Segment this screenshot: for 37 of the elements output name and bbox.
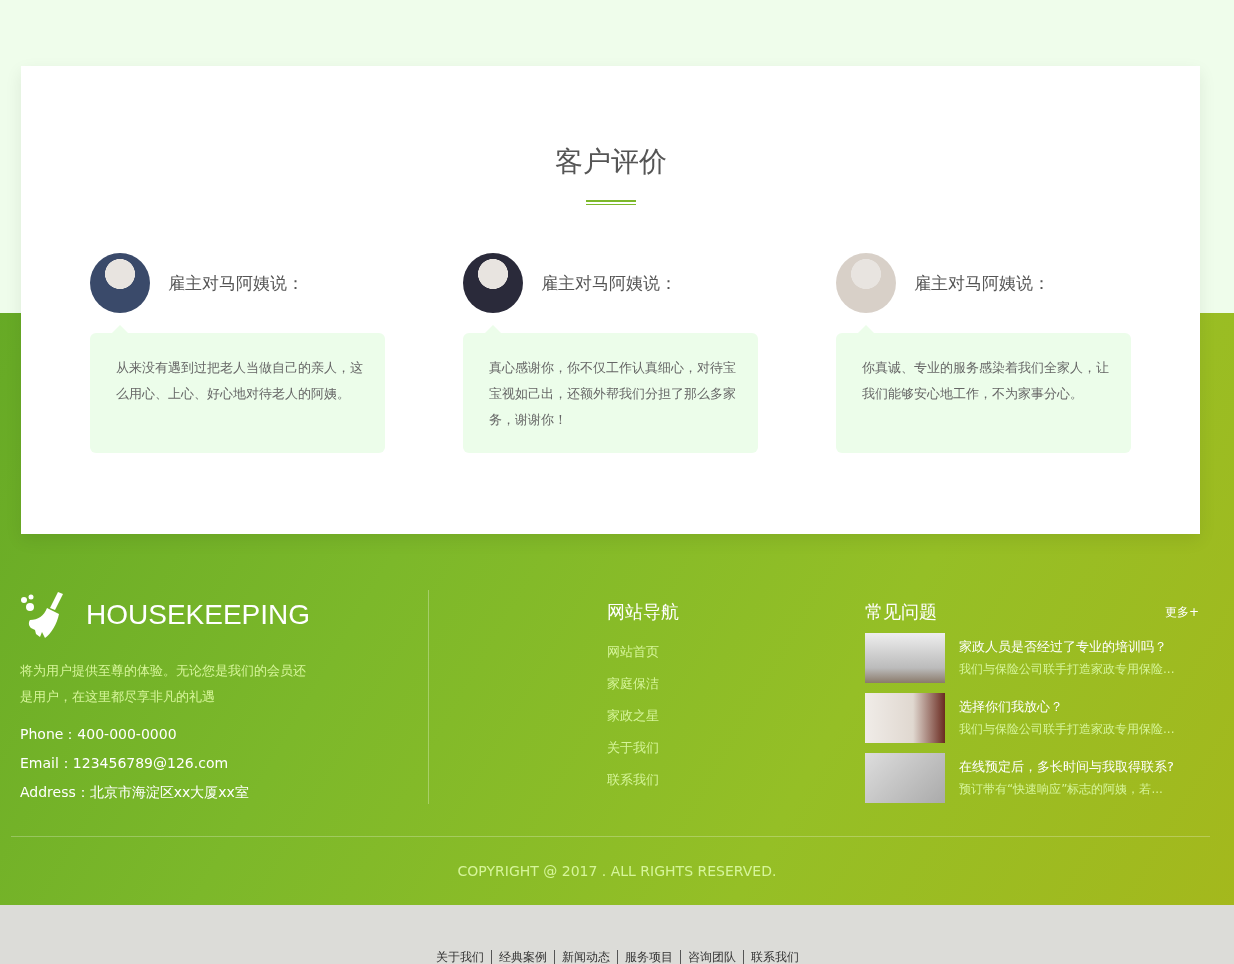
testimonial-text: 真心感谢你，你不仅工作认真细心，对待宝宝视如己出，还额外帮我们分担了那么多家务，谢谢你！ bbox=[489, 359, 737, 429]
testimonial-label: 雇主对马阿姨说： bbox=[914, 271, 1050, 295]
testimonial-text: 从来没有遇到过把老人当做自己的亲人，这么用心、上心、好心地对待老人的阿姨。 bbox=[116, 359, 364, 403]
footer-link[interactable]: 联系我们 bbox=[742, 950, 806, 964]
avatar-photo-placeholder bbox=[90, 253, 150, 313]
faq-question-link[interactable]: 家政人员是否经过了专业的培训吗？ bbox=[959, 638, 1175, 656]
testimonial-text: 你真诚、专业的服务感染着我们全家人，让我们能够安心地工作，不为家事分心。 bbox=[862, 359, 1110, 403]
contact-text: Phone：400-000-0000 bbox=[20, 725, 178, 744]
contact-text: Email：123456789@126.com bbox=[20, 754, 230, 773]
footer-link[interactable]: 新闻动态 bbox=[553, 950, 617, 964]
avatar-photo-placeholder bbox=[836, 253, 896, 313]
logo-text: HOUSEKEEPING bbox=[86, 599, 311, 631]
testimonial-label: 雇主对马阿姨说： bbox=[541, 271, 677, 295]
more-link[interactable]: 更多+ bbox=[1164, 603, 1199, 621]
faq-summary: 我们与保险公司联手打造家政专用保险... bbox=[959, 661, 1175, 678]
footer-link[interactable]: 关于我们 bbox=[428, 950, 491, 964]
faq-question-link[interactable]: 选择你们我放心？ bbox=[959, 698, 1175, 716]
faq-summary: 我们与保险公司联手打造家政专用保险... bbox=[959, 721, 1175, 738]
footer-description: 将为用户提供至尊的体验。无论您是我们的会员还是用户，在这里都尽享非凡的礼遇 bbox=[20, 662, 307, 706]
footer-link[interactable]: 经典案例 bbox=[490, 950, 554, 964]
title-underline bbox=[585, 200, 636, 205]
nav-link[interactable]: 联系我们 bbox=[607, 764, 865, 796]
nav-link[interactable]: 家庭保洁 bbox=[607, 668, 865, 700]
faq-summary: 预订带有“快速响应”标志的阿姨，若... bbox=[959, 781, 1164, 798]
faq-heading: 常见问题 bbox=[865, 600, 937, 624]
copyright-text: COPYRIGHT @ 2017 . ALL RIGHTS RESERVED. bbox=[456, 863, 778, 881]
footer-link[interactable]: 服务项目 bbox=[616, 950, 680, 964]
faq-question-link[interactable]: 在线预定后，多长时间与我取得联系? bbox=[959, 758, 1174, 776]
footer-link[interactable]: 咨询团队 bbox=[679, 950, 743, 964]
nav-link[interactable]: 家政之星 bbox=[607, 700, 865, 732]
contact-text: Address：北京市海淀区xx大厦xx室 bbox=[20, 783, 250, 802]
avatar-photo-placeholder bbox=[463, 253, 523, 313]
nav-link[interactable]: 网站首页 bbox=[607, 636, 865, 668]
nav-link[interactable]: 关于我们 bbox=[607, 732, 865, 764]
section-title: 客户评价 bbox=[554, 144, 667, 180]
testimonial-label: 雇主对马阿姨说： bbox=[168, 271, 304, 295]
nav-heading: 网站导航 bbox=[607, 600, 680, 624]
